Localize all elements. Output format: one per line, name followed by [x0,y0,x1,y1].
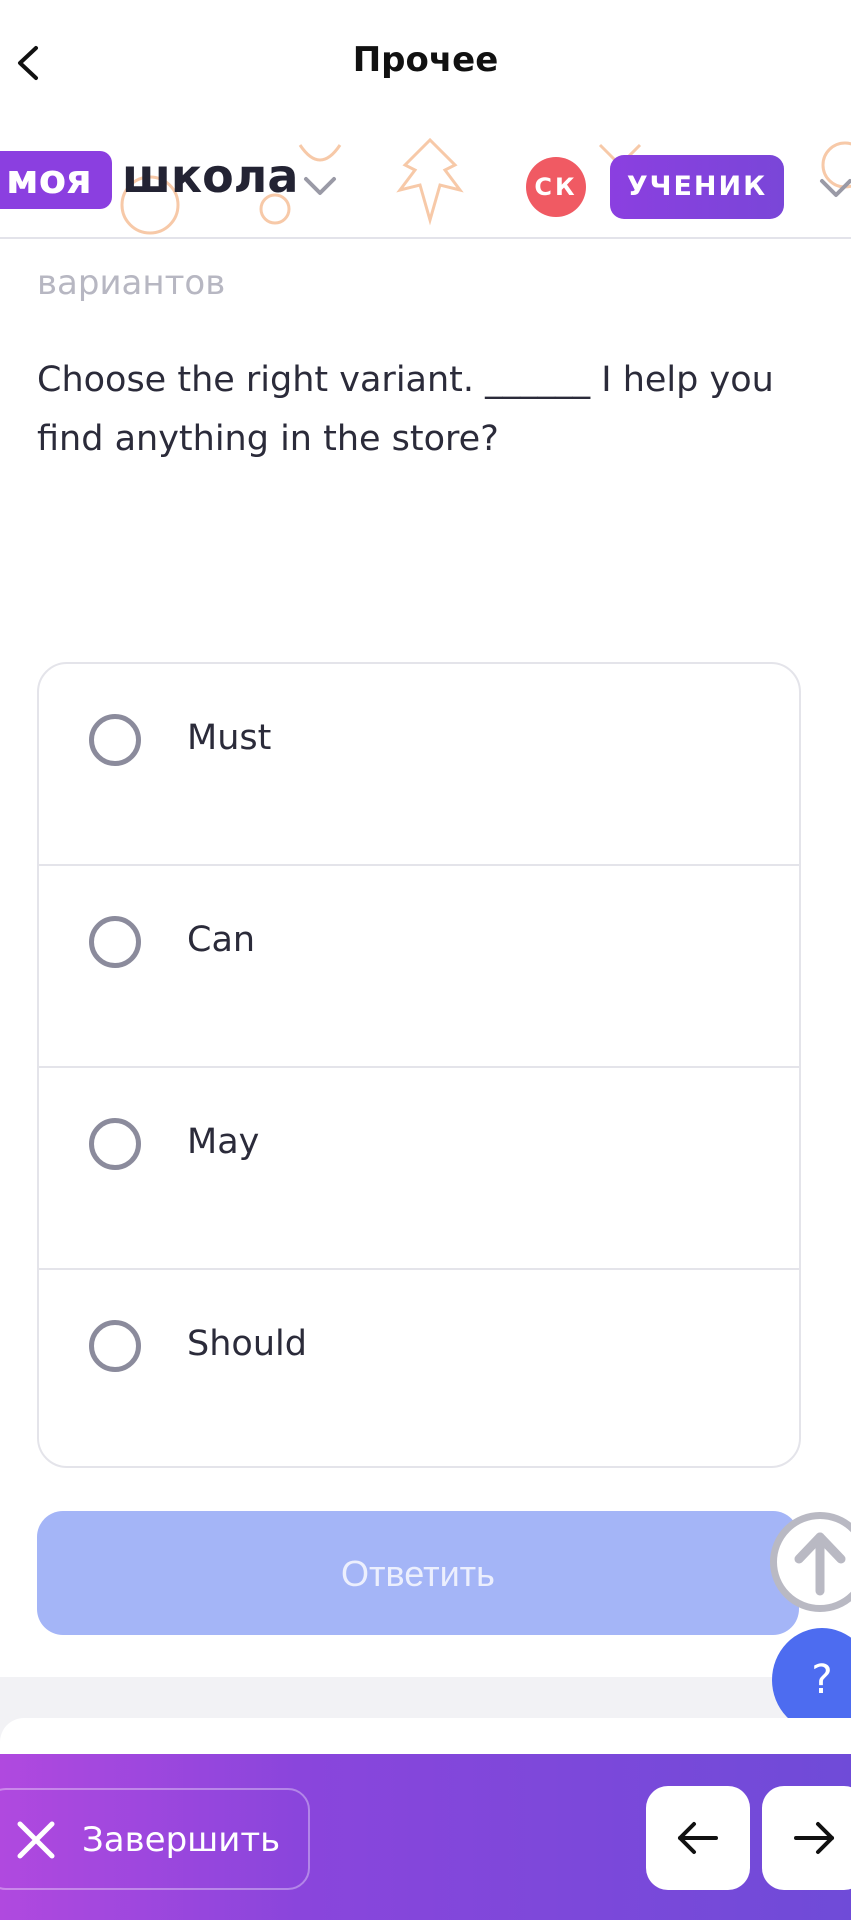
chevron-down-icon[interactable] [818,177,851,201]
finish-label: Завершить [82,1820,281,1860]
question-text: Choose the right variant. ______ I help … [37,360,774,459]
chevron-down-icon[interactable] [302,175,338,199]
radio-button[interactable] [89,1118,141,1170]
close-icon [17,1821,55,1859]
finish-button[interactable]: Завершить [0,1788,310,1890]
question-hint: вариантов [37,263,226,303]
logo-moya: моя [0,151,112,209]
arrow-right-icon [794,1822,834,1854]
option-must[interactable]: Must [39,664,799,866]
option-label: Must [187,718,272,758]
option-label: May [187,1122,260,1162]
answer-button[interactable]: Ответить [37,1511,799,1635]
arrow-left-icon [678,1822,718,1854]
logo-shkola: школа [122,149,299,203]
scroll-to-top-button[interactable] [770,1512,851,1612]
option-may[interactable]: May [39,1068,799,1270]
answer-options: Must Can May Should [37,662,801,1468]
radio-button[interactable] [89,916,141,968]
option-label: Can [187,920,256,960]
page-title: Прочее [352,40,499,80]
radio-button[interactable] [89,714,141,766]
school-header: моя школа СК УЧЕНИК [0,125,851,239]
avatar[interactable]: СК [526,157,586,217]
top-bar: Прочее [0,0,851,125]
next-question-button[interactable] [762,1786,851,1890]
radio-button[interactable] [89,1320,141,1372]
option-label: Should [187,1324,307,1364]
bottom-bar: Завершить [0,1754,851,1920]
question-card: вариантов Choose the right variant. ____… [0,239,851,1677]
role-badge[interactable]: УЧЕНИК [610,155,784,219]
option-can[interactable]: Can [39,866,799,1068]
prev-question-button[interactable] [646,1786,750,1890]
option-should[interactable]: Should [39,1270,799,1466]
arrow-up-icon [794,1532,846,1596]
